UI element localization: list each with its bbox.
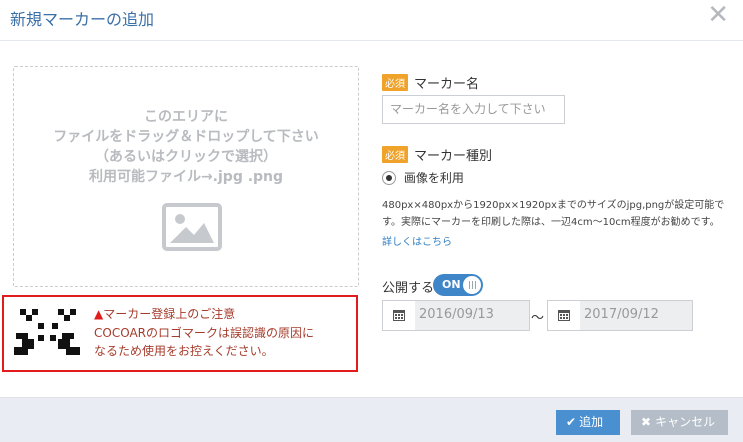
- check-icon: ✔: [566, 415, 577, 429]
- marker-type-radio[interactable]: 画像を利用: [382, 169, 464, 186]
- warning-title: ▲マーカー登録上のご注意: [94, 305, 235, 322]
- dropzone-line: （あるいはクリックで選択）: [95, 149, 277, 165]
- cancel-button[interactable]: ✖ キャンセル: [631, 410, 728, 435]
- warning-line: COCOARのロゴマークは誤認識の原因に: [94, 326, 314, 340]
- marker-type-label-text: マーカー種別: [414, 149, 493, 164]
- close-icon[interactable]: ✕: [707, 2, 729, 28]
- dropzone-line: このエリアに: [144, 109, 228, 125]
- marker-name-label: 必須 マーカー名: [382, 73, 479, 92]
- dropzone-line: ファイルをドラッグ＆ドロップして下さい: [53, 129, 319, 145]
- file-dropzone[interactable]: このエリアに ファイルをドラッグ＆ドロップして下さい （あるいはクリックで選択）…: [13, 66, 359, 287]
- required-badge: 必須: [382, 146, 408, 163]
- dropzone-line: 利用可能ファイル→.jpg .png: [88, 169, 284, 185]
- warning-title-text: マーカー登録上のご注意: [103, 307, 236, 321]
- date-separator: ～: [531, 311, 545, 326]
- calendar-icon[interactable]: [548, 301, 581, 330]
- calendar-icon[interactable]: [383, 301, 416, 330]
- marker-type-label: 必須 マーカー種別: [382, 145, 492, 164]
- marker-name-label-text: マーカー名: [414, 77, 480, 92]
- dialog-header: 新規マーカーの追加 ✕: [0, 0, 743, 41]
- cocoar-logo-icon: [14, 309, 80, 355]
- marker-description-line: 480px×480pxから1920px×1920pxまでのサイズのjpg,png…: [382, 200, 725, 211]
- radio-selected-icon[interactable]: [382, 170, 396, 185]
- warning-triangle-icon: ▲: [94, 307, 104, 321]
- dialog-title: 新規マーカーの追加: [10, 10, 155, 29]
- radio-label: 画像を利用: [403, 171, 464, 185]
- toggle-knob: [463, 276, 481, 294]
- start-date-field[interactable]: 2016/09/13: [382, 300, 530, 331]
- publish-toggle[interactable]: ON: [433, 274, 483, 296]
- start-date-value: 2016/09/13: [419, 307, 494, 322]
- add-button-label: 追加: [579, 415, 604, 429]
- dropzone-text: このエリアに ファイルをドラッグ＆ドロップして下さい （あるいはクリックで選択）…: [14, 107, 358, 187]
- required-badge: 必須: [382, 74, 408, 91]
- logo-warning-box: ▲マーカー登録上のご注意 COCOARのロゴマークは誤認識の原因に なるため使用…: [2, 295, 358, 372]
- toggle-on-label: ON: [442, 278, 461, 291]
- warning-line: なるため使用をお控えください。: [94, 344, 274, 358]
- cancel-button-label: キャンセル: [655, 415, 716, 429]
- publish-label: 公開する: [382, 281, 435, 296]
- add-button[interactable]: ✔ 追加: [556, 410, 620, 435]
- end-date-field[interactable]: 2017/09/12: [547, 300, 693, 331]
- marker-name-input[interactable]: マーカー名を入力して下さい: [382, 95, 565, 124]
- end-date-value: 2017/09/12: [584, 307, 659, 322]
- x-icon: ✖: [641, 415, 652, 429]
- marker-description-line: す。実際にマーカーを印刷した際は、一辺4cm～10cm程度がお勧めです。: [382, 217, 720, 228]
- details-link[interactable]: 詳しくはこちら: [382, 233, 452, 248]
- image-placeholder-icon: [162, 203, 222, 251]
